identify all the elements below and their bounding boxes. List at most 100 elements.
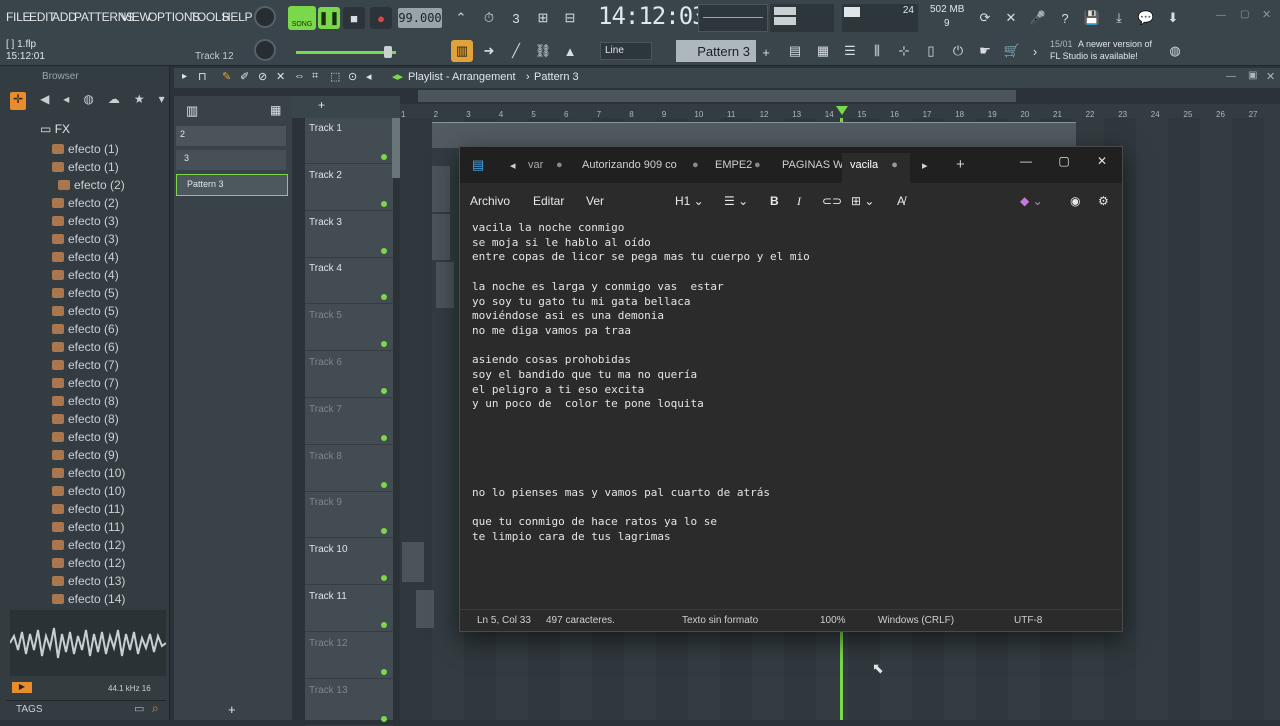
save-icon[interactable]: 💾 bbox=[1081, 7, 1103, 29]
arrow-right-alt-icon[interactable]: › bbox=[1024, 40, 1046, 62]
render-icon[interactable]: ⤓ bbox=[1108, 7, 1130, 29]
globe-small-icon[interactable]: ◍ bbox=[83, 92, 93, 110]
playlist-arrow-icon[interactable]: ▸ bbox=[182, 71, 187, 82]
menu-archivo[interactable]: Archivo bbox=[470, 194, 510, 208]
track-row[interactable]: Track 3 bbox=[305, 212, 393, 258]
track-row[interactable]: Track 9 bbox=[305, 492, 393, 539]
mixer-icon[interactable]: ⫼ bbox=[866, 40, 888, 62]
audio-icon[interactable]: ▦ bbox=[270, 103, 281, 117]
plugin-picker-icon[interactable]: ⊹ bbox=[893, 40, 915, 62]
pause-icon[interactable]: ❚❚ bbox=[318, 7, 340, 29]
browser-item[interactable]: efecto (8) bbox=[52, 392, 119, 410]
account-icon[interactable]: ◉ bbox=[1070, 194, 1080, 208]
files-icon[interactable]: ▯ bbox=[920, 40, 942, 62]
wait-input-icon[interactable]: ⏱ bbox=[478, 7, 500, 29]
browser-item[interactable]: efecto (6) bbox=[52, 338, 119, 356]
browser-item[interactable]: efecto (8) bbox=[52, 410, 119, 428]
browser-item[interactable]: efecto (9) bbox=[52, 446, 119, 464]
play-preview-icon[interactable]: ▶ bbox=[12, 682, 32, 693]
track-active-led[interactable] bbox=[381, 528, 387, 535]
delete-icon[interactable]: ⊘ bbox=[258, 70, 267, 83]
playlist-minimize-icon[interactable]: — bbox=[1226, 71, 1236, 82]
star-icon[interactable]: ★ bbox=[134, 92, 145, 110]
window-close-icon[interactable]: ✕ bbox=[1262, 8, 1271, 21]
heading-select[interactable]: H1 ⌄ bbox=[675, 194, 704, 208]
browser-item[interactable]: efecto (6) bbox=[52, 320, 119, 338]
record-icon[interactable]: ● bbox=[370, 7, 392, 29]
snap-select[interactable]: Line bbox=[600, 42, 652, 60]
back-icon[interactable]: ◀ bbox=[40, 92, 49, 110]
track-row[interactable]: Track 5 bbox=[305, 305, 393, 352]
globe-icon[interactable]: ◍ bbox=[1164, 40, 1186, 62]
track-row[interactable]: Track 11 bbox=[305, 586, 393, 632]
magnet-icon[interactable]: ⊓ bbox=[198, 70, 207, 83]
settings-gear-icon[interactable]: ⚙ bbox=[1098, 194, 1109, 208]
track-row[interactable]: Track 1 bbox=[305, 118, 393, 164]
refresh-icon[interactable]: ⟳ bbox=[974, 7, 996, 29]
slider-handle[interactable] bbox=[384, 46, 392, 58]
blend-notes-icon[interactable]: ⊟ bbox=[559, 7, 581, 29]
all-icon[interactable]: ✛ bbox=[10, 92, 27, 110]
browser-item[interactable]: efecto (12) bbox=[52, 536, 125, 554]
track-active-led[interactable] bbox=[381, 434, 387, 441]
list-icon[interactable]: ☰ ⌄ bbox=[724, 194, 748, 208]
news-line-1[interactable]: A newer version of bbox=[1078, 39, 1152, 49]
folder-small-icon[interactable]: ▭ bbox=[134, 702, 144, 715]
stop-icon[interactable]: ■ bbox=[343, 7, 365, 29]
menu-view[interactable]: VIEW bbox=[121, 10, 151, 24]
cloud-icon[interactable]: ☁ bbox=[108, 92, 120, 110]
menu-ver[interactable]: Ver bbox=[586, 194, 604, 208]
track-row[interactable]: Track 2 bbox=[305, 165, 393, 211]
playlist-icon[interactable]: ▤ bbox=[784, 40, 806, 62]
zoom-icon[interactable]: ⊙ bbox=[348, 70, 357, 83]
window-minimize-icon[interactable]: — bbox=[1216, 10, 1226, 21]
notepad-tab-2[interactable]: Autorizando 909 co bbox=[582, 159, 677, 171]
browser-item[interactable]: efecto (12) bbox=[52, 554, 125, 572]
tempo-display[interactable]: 99.000 bbox=[398, 8, 442, 28]
track-active-led[interactable] bbox=[381, 622, 387, 628]
song-mode-toggle[interactable]: SONG bbox=[288, 6, 316, 30]
new-tab-icon[interactable]: + bbox=[956, 156, 965, 173]
track-row[interactable]: Track 8 bbox=[305, 446, 393, 492]
browser-item[interactable]: efecto (11) bbox=[52, 518, 124, 536]
pattern-item[interactable]: 2 bbox=[176, 126, 286, 146]
notepad-tab-4[interactable]: PAGINAS WE bbox=[782, 159, 851, 171]
menu-add[interactable]: ADD bbox=[52, 10, 77, 24]
help-icon[interactable]: ? bbox=[1054, 7, 1076, 29]
menu-small-icon[interactable]: ▾ bbox=[159, 92, 165, 110]
browser-item[interactable]: efecto (1) bbox=[52, 158, 119, 176]
menu-editar[interactable]: Editar bbox=[533, 194, 564, 208]
master-volume-slider[interactable] bbox=[296, 51, 396, 54]
slip-icon[interactable]: ⇔ bbox=[294, 70, 305, 82]
notepad-minimize-icon[interactable]: — bbox=[1008, 151, 1044, 171]
audio-clip-track3[interactable] bbox=[432, 214, 450, 260]
add-track-icon[interactable]: + bbox=[318, 98, 325, 112]
master-volume-knob[interactable] bbox=[254, 6, 276, 28]
track-active-led[interactable] bbox=[381, 200, 387, 207]
playhead-marker-icon[interactable] bbox=[836, 106, 848, 115]
select-icon[interactable]: ⬚ bbox=[330, 70, 340, 83]
track-row[interactable]: Track 12 bbox=[305, 633, 393, 679]
microphone-icon[interactable]: 🎤 bbox=[1027, 7, 1049, 29]
browser-item[interactable]: efecto (14) bbox=[52, 590, 125, 608]
track-row[interactable]: Track 4 bbox=[305, 258, 393, 305]
pattern-item-selected[interactable]: Pattern 3 bbox=[176, 174, 288, 196]
cart-icon[interactable]: 🛒 bbox=[1001, 40, 1023, 62]
audio-clip-track11[interactable] bbox=[416, 590, 434, 628]
notepad-tab-3[interactable]: EMPE2 bbox=[715, 159, 752, 171]
track-active-led[interactable] bbox=[381, 668, 387, 675]
playlist-play-icon[interactable]: ◂▸ bbox=[392, 70, 403, 83]
menu-help[interactable]: HELP bbox=[222, 10, 252, 24]
audio-clip-track2[interactable] bbox=[432, 166, 450, 212]
panic-icon[interactable]: ✕ bbox=[1000, 7, 1022, 29]
tags-label[interactable]: TAGS bbox=[16, 704, 42, 715]
piano-icon[interactable]: ▥ bbox=[451, 40, 473, 62]
news-line-2[interactable]: FL Studio is available! bbox=[1050, 51, 1138, 61]
slice-icon[interactable]: ⌗ bbox=[312, 70, 318, 83]
arrow-right-icon[interactable]: ➜ bbox=[478, 40, 500, 62]
track-row[interactable]: Track 13 bbox=[305, 680, 393, 726]
copilot-icon[interactable]: ◆ ⌄ bbox=[1020, 194, 1043, 208]
playlist-close-icon[interactable]: ✕ bbox=[1266, 70, 1275, 83]
browser-item[interactable]: efecto (13) bbox=[52, 572, 125, 590]
browser-item[interactable]: efecto (2) bbox=[58, 176, 125, 194]
